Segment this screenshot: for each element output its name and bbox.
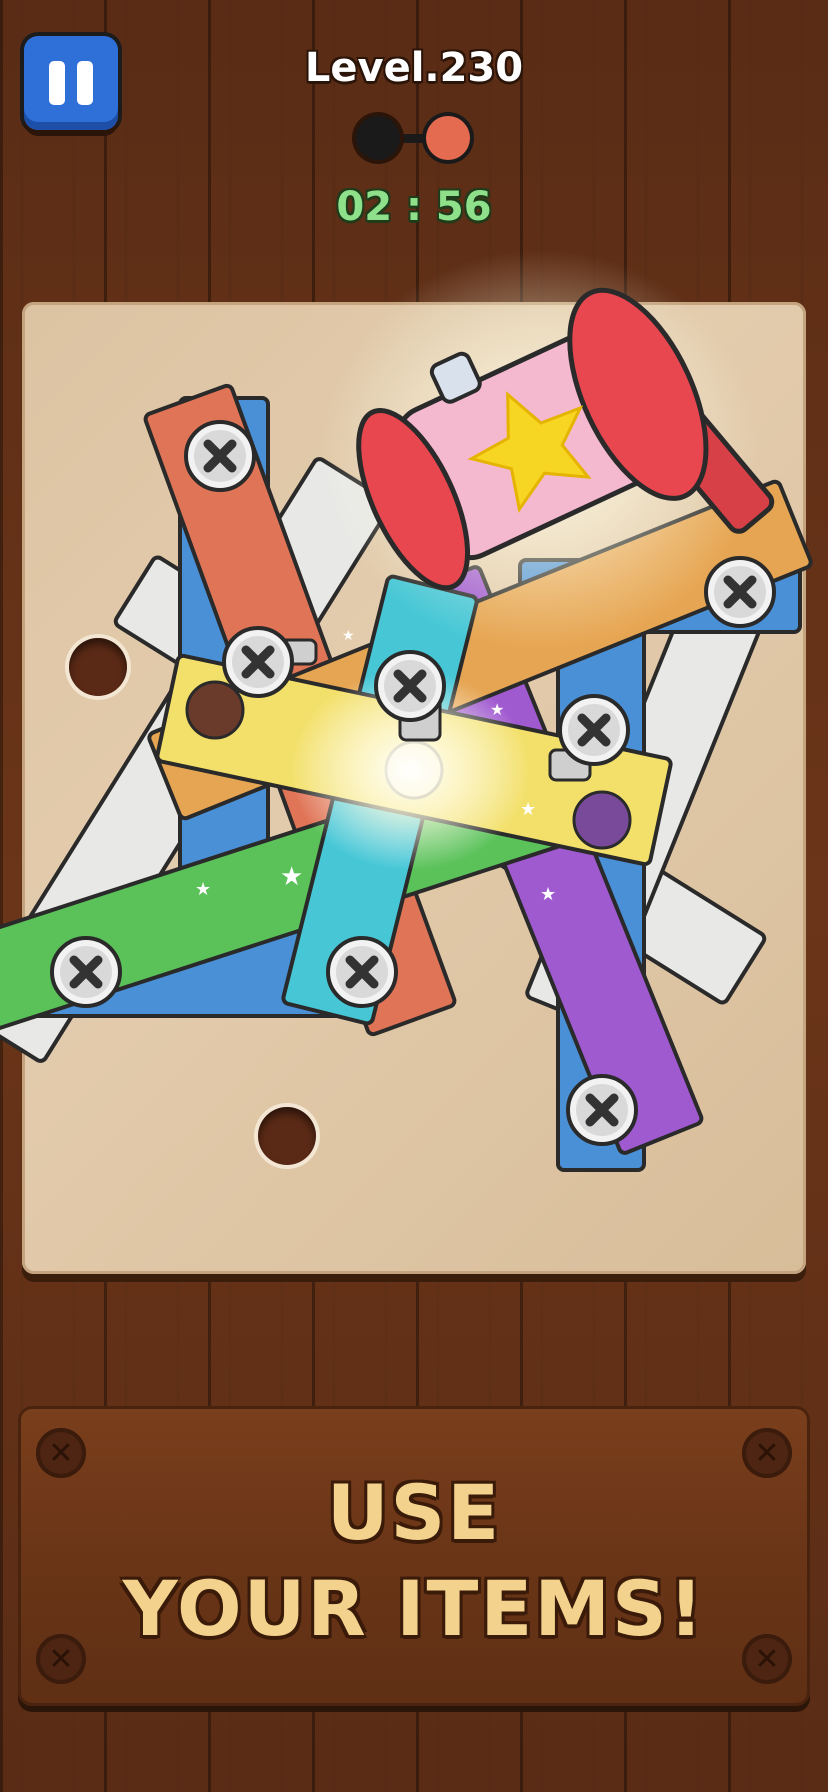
empty-hole[interactable] <box>69 638 127 696</box>
countdown-timer: 02 : 56 <box>336 184 492 230</box>
screw-head[interactable] <box>52 938 120 1006</box>
banner-line-1: USE <box>326 1468 502 1557</box>
progress-dot-1 <box>356 116 400 160</box>
stage-progress <box>356 114 472 162</box>
screw-head[interactable] <box>186 422 254 490</box>
screw-head[interactable] <box>568 1076 636 1144</box>
promo-banner: ✕ ✕ ✕ ✕ USE YOUR ITEMS! <box>18 1406 810 1706</box>
banner-line-2: YOUR ITEMS! <box>122 1564 706 1653</box>
screw-head[interactable] <box>328 938 396 1006</box>
progress-dot-2 <box>426 116 470 160</box>
empty-hole[interactable] <box>258 1107 316 1165</box>
progress-link <box>396 134 430 143</box>
level-title: Level.230 <box>304 45 524 91</box>
